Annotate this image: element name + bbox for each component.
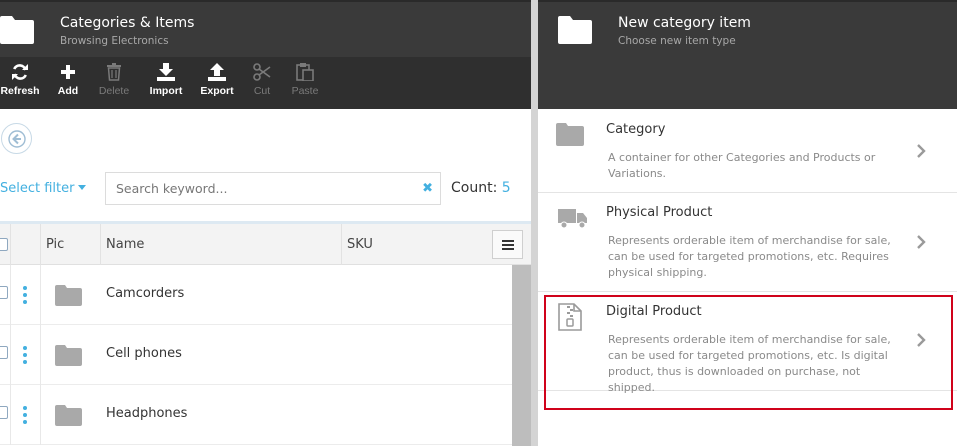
import-label: Import [149,85,183,97]
clear-search-icon[interactable]: ✖ [422,181,433,196]
row-actions-cell [11,265,41,325]
upload-icon [208,63,226,81]
back-button[interactable] [1,123,32,154]
folder-icon [556,123,584,146]
blade-title: Categories & Items [60,15,195,31]
blade-title: New category item [618,15,751,31]
refresh-label: Refresh [0,85,40,97]
add-button[interactable]: Add [53,63,83,97]
table-row[interactable]: Camcorders [0,265,512,325]
count-label: Count: [451,180,498,196]
cut-button[interactable]: Cut [250,63,274,97]
truck-icon [558,209,587,229]
row-checkbox[interactable] [0,406,8,419]
count-display: Count: 5 [451,180,511,196]
paste-label: Paste [291,85,319,97]
row-actions-cell [11,325,41,385]
trash-icon [107,63,121,81]
vertical-scrollbar[interactable] [512,265,531,446]
type-title: Physical Product [606,205,713,220]
add-label: Add [57,85,79,97]
column-header-sku[interactable]: SKU [342,224,482,265]
type-description: Represents orderable item of merchandise… [608,234,891,279]
row-checkbox[interactable] [0,346,8,359]
export-label: Export [200,85,234,97]
select-filter-label: Select filter [0,181,75,196]
toolbar: Refresh Add Delete Import Export Cut Pas… [0,57,531,109]
row-name[interactable]: Headphones [106,406,187,421]
row-name[interactable]: Cell phones [106,346,182,361]
delete-button[interactable]: Delete [96,63,132,97]
scissors-icon [253,63,271,81]
selection-highlight [544,295,953,410]
column-header-name[interactable]: Name [101,224,342,265]
refresh-icon [12,64,28,80]
type-item-category[interactable]: Category A container for other Categorie… [538,109,957,193]
blade-header: New category item Choose new item type [538,0,957,109]
column-header-pic[interactable]: Pic [41,224,101,265]
type-description: A container for other Categories and Pro… [608,151,876,180]
row-select-cell [0,325,11,385]
paste-button[interactable]: Paste [288,63,322,97]
blade-header: Categories & Items Browsing Electronics [0,0,531,57]
categories-blade: Categories & Items Browsing Electronics … [0,0,531,446]
chevron-right-icon [917,235,926,249]
search-box: ✖ [105,172,441,205]
more-actions-icon[interactable] [23,346,27,367]
chevron-right-icon [917,144,926,158]
delete-label: Delete [98,85,130,97]
type-item-physical-product[interactable]: Physical Product Represents orderable it… [538,193,957,292]
search-input[interactable] [116,181,416,196]
folder-icon [55,285,82,306]
export-button[interactable]: Export [199,63,235,97]
select-all-cell [0,224,11,265]
more-actions-icon[interactable] [23,286,27,307]
cut-label: Cut [253,85,271,97]
count-value: 5 [501,180,511,196]
row-select-cell [0,385,11,445]
caret-down-icon [78,185,87,190]
refresh-button[interactable]: Refresh [0,63,40,97]
row-checkbox[interactable] [0,286,8,299]
more-actions-icon[interactable] [23,406,27,427]
type-title: Category [606,122,666,137]
blade-splitter [531,0,538,446]
blade-subtitle: Browsing Electronics [60,35,169,47]
select-all-checkbox[interactable] [0,238,8,251]
folder-icon [55,345,82,366]
table-header: Pic Name SKU [0,221,531,265]
folder-icon [55,405,82,426]
actions-column-header [11,224,41,265]
column-menu-button[interactable] [492,230,523,259]
arrow-left-icon [8,130,26,148]
clipboard-icon [296,63,314,81]
folder-icon [558,16,592,44]
blade-subtitle: Choose new item type [618,35,736,47]
table-row[interactable]: Cell phones [0,325,512,385]
row-actions-cell [11,385,41,445]
row-name[interactable]: Camcorders [106,286,184,301]
download-icon [157,63,175,81]
select-filter-dropdown[interactable]: Select filter [0,181,87,196]
import-button[interactable]: Import [148,63,184,97]
plus-icon [61,65,75,79]
row-select-cell [0,265,11,325]
folder-icon [0,16,34,44]
table-row[interactable]: Headphones [0,385,512,445]
